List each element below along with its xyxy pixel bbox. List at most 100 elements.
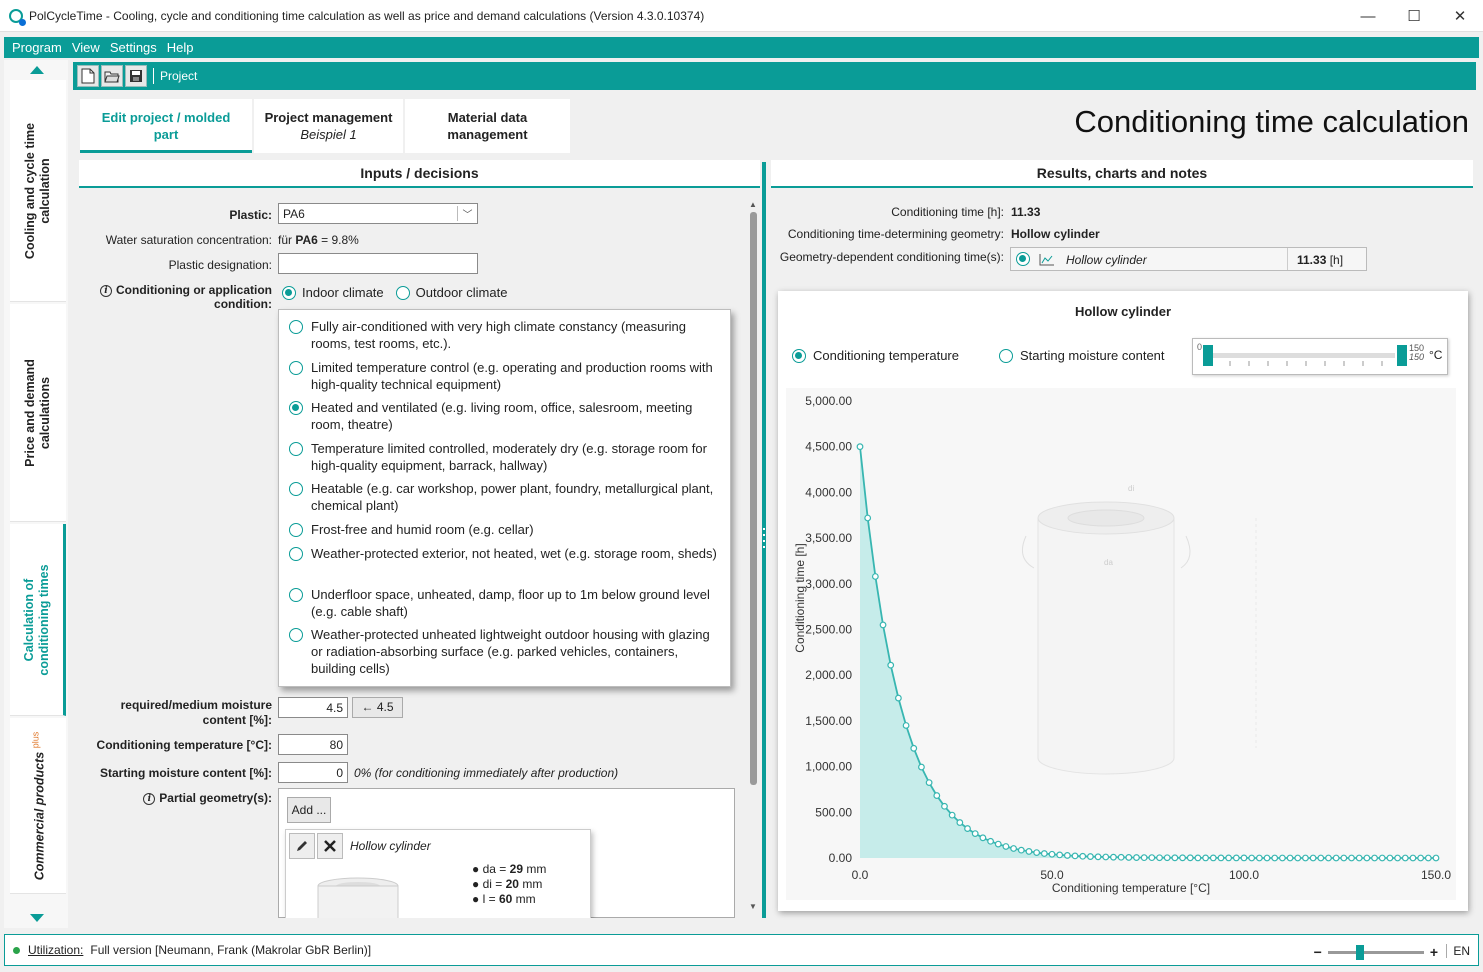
designation-input[interactable] <box>278 253 478 274</box>
water-value: für PA6 = 9.8% <box>278 233 359 247</box>
nav-up-arrow-icon[interactable] <box>30 66 44 74</box>
data-point <box>1371 854 1378 862</box>
zoom-out-button[interactable]: − <box>1314 944 1322 960</box>
status-bar: Utilization: Full version [Neumann, Fran… <box>4 934 1479 966</box>
inputs-scrollbar[interactable]: ▲ ▼ <box>748 200 758 914</box>
data-point <box>1094 853 1102 861</box>
scroll-down-icon[interactable]: ▼ <box>749 902 757 911</box>
save-icon <box>130 70 142 82</box>
range-slider[interactable]: 0 150 150 °C <box>1192 338 1448 375</box>
scrollbar-thumb[interactable] <box>750 212 757 785</box>
data-point <box>879 621 887 629</box>
slider-max-handle[interactable] <box>1397 345 1407 366</box>
geometry-card: Hollow cylinder ● da = 29 mm ● di = 20 m… <box>285 829 591 918</box>
plot-area: da di 0.00 500.00 1,000.00 1,500.00 2,000.00… <box>786 388 1456 900</box>
data-point <box>1232 854 1240 862</box>
zoom-slider-handle[interactable] <box>1355 944 1364 960</box>
data-point <box>1279 854 1286 862</box>
data-point <box>1286 854 1294 862</box>
climate-option[interactable]: Limited temperature control (e.g. operat… <box>289 359 719 393</box>
tab-project-management[interactable]: Project management Beispiel 1 <box>254 99 403 153</box>
delete-button[interactable] <box>317 833 343 859</box>
scroll-up-icon[interactable]: ▲ <box>749 200 757 209</box>
nav-down-arrow-icon[interactable] <box>30 914 44 922</box>
start-moisture-label: Starting moisture content [%]: <box>99 766 272 780</box>
menu-help[interactable]: Help <box>167 40 194 55</box>
moisture-input[interactable]: 4.5 <box>278 697 348 718</box>
data-point <box>918 763 925 771</box>
climate-option[interactable]: Underfloor space, unheated, damp, floor … <box>289 586 719 620</box>
data-point <box>1225 854 1233 862</box>
plastic-select[interactable]: PA6 ﹀ <box>278 203 478 224</box>
maximize-button[interactable]: ☐ <box>1391 0 1437 32</box>
data-point <box>1179 854 1186 862</box>
x-tick-label: 150.0 <box>1421 868 1451 882</box>
conditioning-time-chart: da di 0.00 500.00 1,000.00 1,500.00 2,000.00… <box>793 394 1451 895</box>
data-point <box>910 744 918 752</box>
climate-option[interactable]: Fully air-conditioned with very high cli… <box>289 318 719 352</box>
data-point <box>948 811 956 819</box>
outdoor-radio[interactable] <box>395 285 410 300</box>
zoom-slider[interactable] <box>1327 944 1424 960</box>
data-point <box>1209 854 1217 862</box>
climate-option[interactable]: Heated and ventilated (e.g. living room,… <box>289 399 719 433</box>
y-tick-label: 3,000.00 <box>805 577 852 591</box>
new-file-button[interactable] <box>77 65 99 87</box>
menu-settings[interactable]: Settings <box>110 40 157 55</box>
language-indicator[interactable]: EN <box>1446 944 1470 958</box>
add-geometry-button[interactable]: Add ... <box>287 797 331 823</box>
open-folder-button[interactable] <box>101 65 123 87</box>
climate-option[interactable]: Frost-free and humid room (e.g. cellar) <box>289 521 719 538</box>
data-point <box>941 802 948 810</box>
nav-tab-commercial[interactable]: Commercial products plus <box>10 718 66 894</box>
status-indicator-icon <box>13 946 20 954</box>
tab-edit-project[interactable]: Edit project / molded part <box>80 99 252 153</box>
x-axis-moisture-option[interactable]: Starting moisture content <box>999 348 1165 363</box>
temp-input[interactable]: 80 <box>278 734 348 755</box>
info-icon[interactable]: i <box>143 792 156 805</box>
climate-option[interactable]: Heatable (e.g. car workshop, power plant… <box>289 480 719 514</box>
utilization-link[interactable]: Utilization: <box>28 943 83 957</box>
climate-option[interactable]: Weather-protected exterior, not heated, … <box>289 545 719 562</box>
info-icon[interactable]: i <box>100 284 113 297</box>
menu-view[interactable]: View <box>72 40 100 55</box>
edit-button[interactable] <box>289 833 315 859</box>
slider-unit: °C <box>1429 348 1443 362</box>
zoom-control: − + <box>1314 944 1438 960</box>
dependent-time-row[interactable]: Hollow cylinder 11.33 [h] <box>1010 247 1367 271</box>
minimize-button[interactable]: — <box>1345 0 1391 32</box>
save-button[interactable] <box>125 65 147 87</box>
y-tick-label: 4,000.00 <box>805 485 852 499</box>
apply-moisture-button[interactable]: ← 4.5 <box>352 697 403 718</box>
data-point <box>1263 854 1271 862</box>
data-point <box>994 840 1002 848</box>
chart-icon[interactable] <box>1039 253 1055 266</box>
dimension-item: ● di = 20 mm <box>472 877 543 891</box>
climate-option[interactable]: Temperature limited controlled, moderate… <box>289 440 719 474</box>
data-point <box>1424 854 1432 862</box>
data-point <box>1148 854 1156 862</box>
tab-material-data[interactable]: Material data management <box>405 99 570 153</box>
data-point <box>1133 854 1140 861</box>
geometry-select-radio[interactable] <box>1016 252 1030 266</box>
nav-tab-price[interactable]: Price and demand calculations <box>10 304 66 522</box>
menu-program[interactable]: Program <box>12 40 62 55</box>
data-point <box>1010 845 1018 852</box>
partial-geometry-box: Add ... Hollow cylinder ● da = 29 mm ● d… <box>278 788 735 918</box>
partial-geometry-label: i Partial geometry(s): <box>119 791 272 805</box>
y-axis-label: Conditioning time [h] <box>793 543 807 652</box>
app-icon <box>9 8 26 26</box>
close-button[interactable]: ✕ <box>1437 0 1483 32</box>
x-axis-temp-option[interactable]: Conditioning temperature <box>792 348 959 363</box>
start-moisture-input[interactable]: 0 <box>278 762 348 783</box>
toolbar: Project <box>73 62 1476 90</box>
panel-splitter[interactable] <box>762 162 766 918</box>
nav-tab-cooling[interactable]: Cooling and cycle time calculation <box>10 80 66 302</box>
climate-option[interactable]: Weather-protected unheated lightweight o… <box>289 626 719 677</box>
page-title: Conditioning time calculation <box>1074 104 1469 139</box>
slider-min-handle[interactable] <box>1203 345 1213 366</box>
zoom-in-button[interactable]: + <box>1430 944 1438 960</box>
indoor-radio[interactable] <box>282 285 296 300</box>
nav-tab-conditioning[interactable]: Calculation of conditioning times <box>10 524 66 716</box>
data-point <box>925 779 933 786</box>
